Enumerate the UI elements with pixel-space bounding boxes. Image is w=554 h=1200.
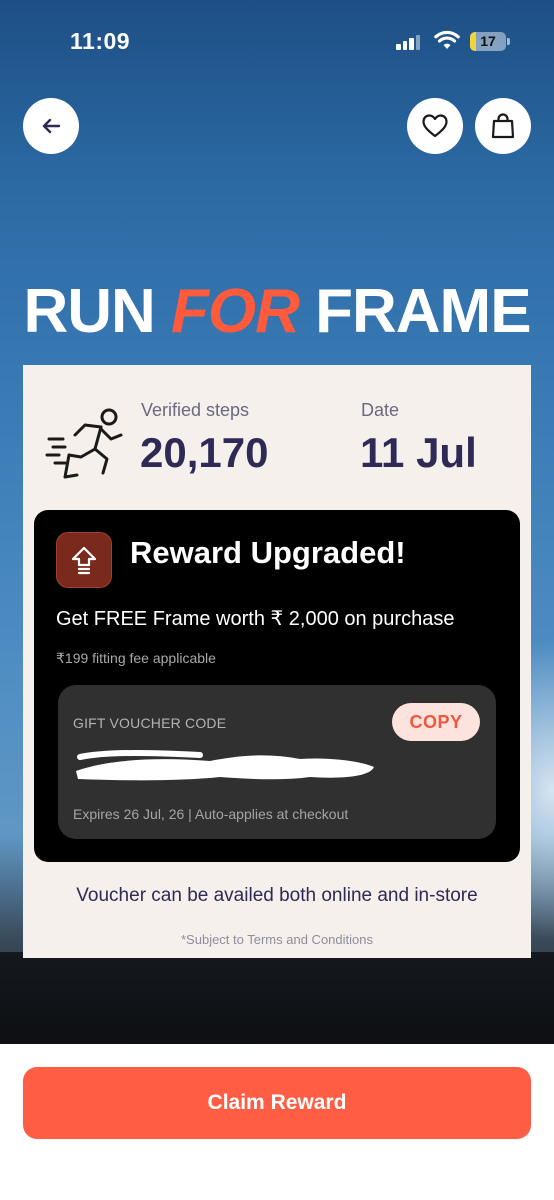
back-button[interactable] [23,98,79,154]
steps-value: 20,170 [140,429,269,476]
ground [0,952,554,1044]
status-time: 11:09 [70,28,131,54]
availability-note: Voucher can be availed both online and i… [76,885,478,906]
wifi-icon [434,30,460,49]
voucher-expiry: Expires 26 Jul, 26 | Auto-applies at che… [73,806,349,822]
shopping-bag-icon [491,113,515,139]
title-frame: FRAME [315,277,531,346]
voucher-code-redacted [76,750,374,781]
heart-icon [422,114,448,138]
cart-button[interactable] [475,98,531,154]
voucher-box: GIFT VOUCHER CODE COPY Expires 26 Jul, 2… [58,685,496,839]
fitting-fee-note: ₹199 fitting fee applicable [56,650,216,666]
reward-title: Reward Upgraded! [130,535,406,570]
reward-description: Get FREE Frame worth ₹ 2,000 on purchase [56,608,455,630]
battery-icon: 17 [470,32,506,51]
arrow-left-icon [42,118,61,134]
upgrade-icon-badge [56,532,112,588]
cellular-signal-icon [396,34,422,50]
battery-nub [507,38,510,45]
copy-button[interactable]: COPY [392,703,480,741]
title-run: RUN [23,277,155,346]
page-title: RUN FOR FRAME [0,276,554,347]
steps-label: Verified steps [141,400,250,420]
reward-card: Verified steps 20,170 Date 11 Jul Reward… [23,365,531,958]
date-value: 11 Jul [360,429,477,476]
claim-reward-button[interactable]: Claim Reward [23,1067,531,1139]
runner-icon [45,408,123,479]
terms-link[interactable]: *Subject to Terms and Conditions [23,932,531,947]
title-for: FOR [171,277,300,346]
reward-panel: Reward Upgraded! Get FREE Frame worth ₹ … [34,510,520,862]
battery-percent: 17 [480,33,496,49]
wishlist-button[interactable] [407,98,463,154]
upgrade-arrow-icon [71,546,97,575]
date-label: Date [361,400,400,420]
voucher-code-label: GIFT VOUCHER CODE [73,715,227,731]
